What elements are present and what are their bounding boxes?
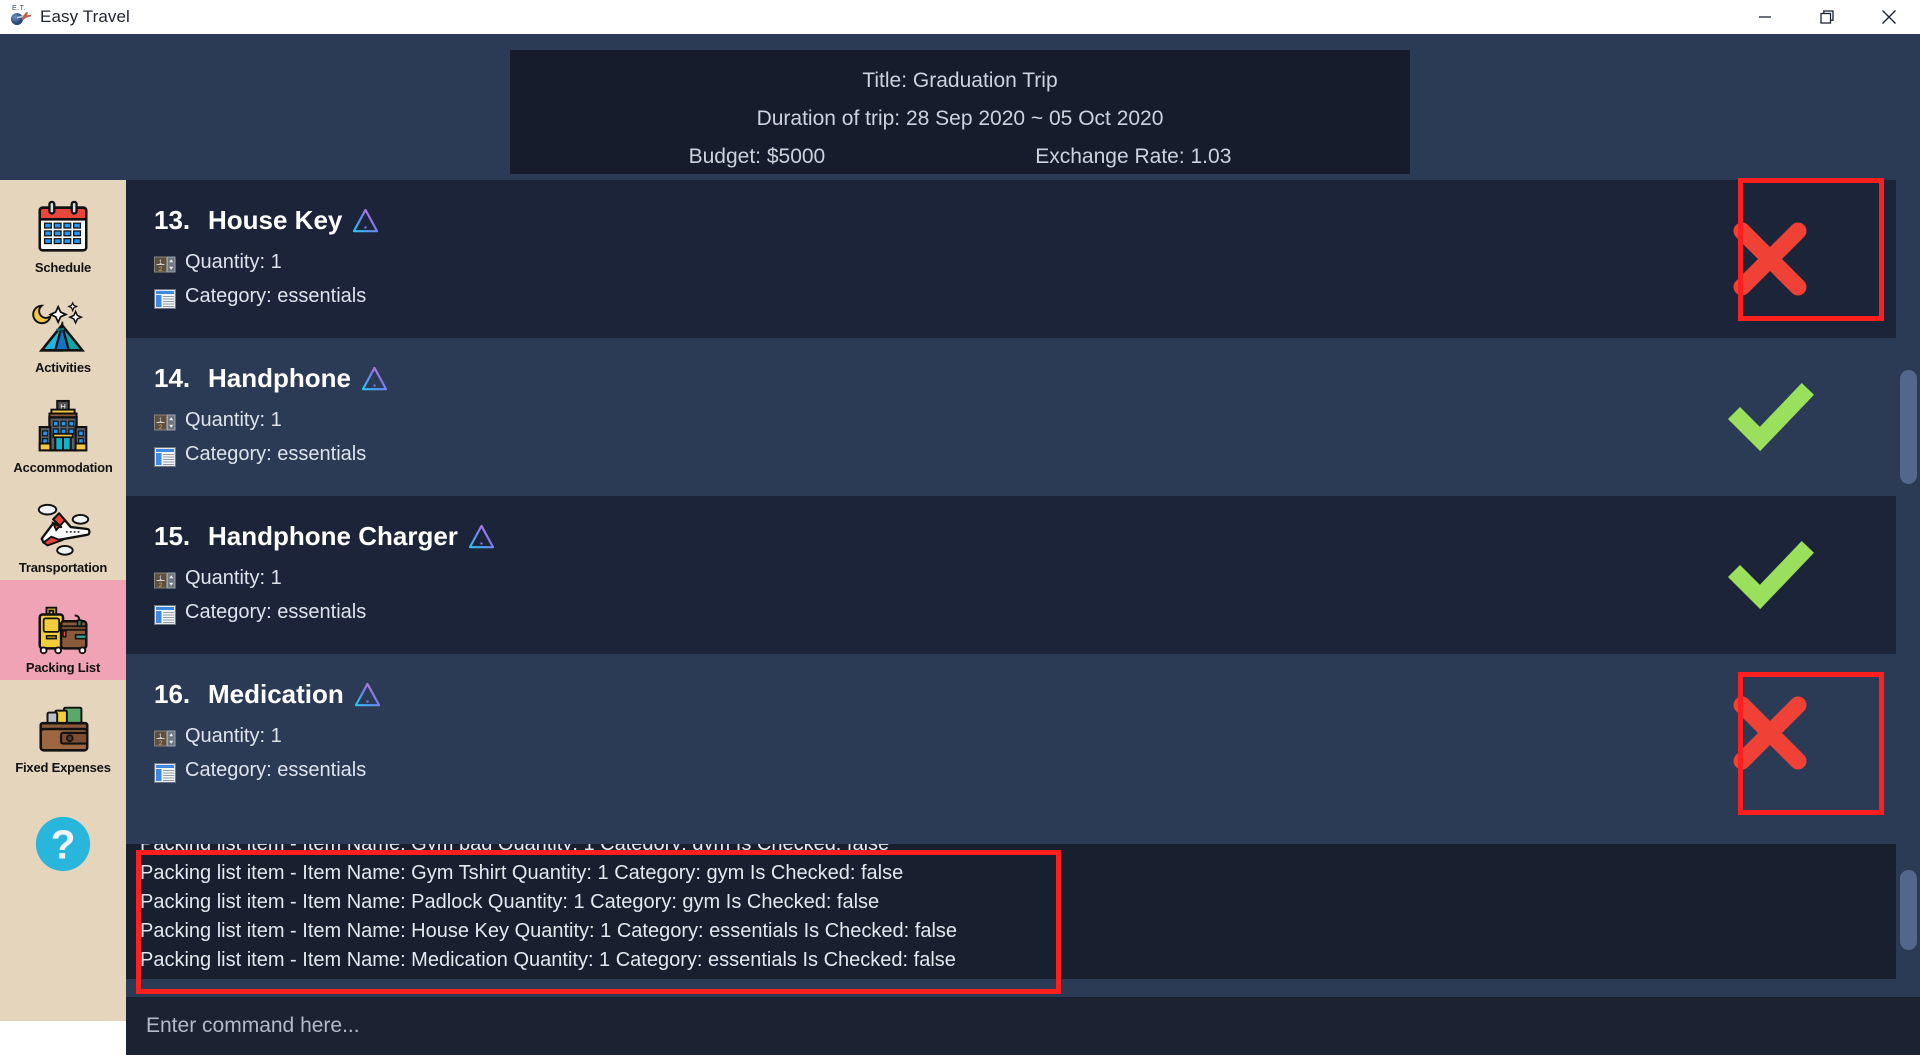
- item-name: Handphone: [208, 363, 351, 393]
- warning-triangle-icon: [354, 682, 381, 707]
- log-line: Packing list item - Item Name: Gym bag Q…: [140, 844, 890, 855]
- trip-exchange-rate: Exchange Rate: 1.03: [1035, 145, 1232, 168]
- category-icon: [153, 602, 177, 626]
- sidebar-item-label: Packing List: [25, 660, 101, 675]
- tent-night-icon: [32, 298, 94, 360]
- app-body: Title: Graduation Trip Duration of trip:…: [0, 34, 1920, 1055]
- sidebar-item-label: Fixed Expenses: [15, 760, 111, 775]
- luggage-icon: [32, 598, 94, 660]
- quantity-icon: 1 2: [154, 726, 176, 747]
- item-status-toggle[interactable]: [1620, 496, 1920, 654]
- item-index: 13.: [154, 205, 191, 235]
- sidebar-item-label: Schedule: [34, 260, 92, 275]
- item-name: Handphone Charger: [208, 521, 458, 551]
- sidebar-item-label: Activities: [35, 360, 91, 375]
- item-quantity: Quantity: 1: [185, 725, 282, 747]
- restore-icon[interactable]: [1796, 0, 1858, 34]
- warning-triangle-icon: [361, 366, 388, 391]
- quantity-icon: 1 2: [154, 410, 176, 431]
- warning-triangle-icon: [468, 524, 495, 549]
- warning-triangle-icon: [352, 208, 379, 233]
- item-quantity: Quantity: 1: [185, 251, 282, 273]
- table-row[interactable]: 16. Medication 1 2 Quantity: 1 Category:…: [126, 654, 1920, 812]
- sidebar-item-accommodation[interactable]: H Accommodation: [0, 380, 126, 480]
- calendar-icon: [32, 198, 94, 260]
- window-title: Easy Travel: [40, 7, 130, 26]
- list-scrollbar-track[interactable]: [1896, 180, 1920, 844]
- svg-text:2: 2: [159, 266, 163, 273]
- airplane-icon: [32, 498, 94, 560]
- window-controls: [1734, 0, 1920, 34]
- cross-icon[interactable]: [1722, 211, 1818, 307]
- category-icon: [153, 760, 177, 784]
- table-row[interactable]: 14. Handphone 1 2 Quantity: 1 Category: …: [126, 338, 1920, 496]
- item-category: Category: essentials: [185, 285, 367, 307]
- help-question-icon: ?: [32, 813, 94, 875]
- table-row[interactable]: 15. Handphone Charger 1 2 Quantity: 1 Ca…: [126, 496, 1920, 654]
- item-status-toggle[interactable]: [1620, 180, 1920, 338]
- item-name: Medication: [208, 679, 344, 709]
- log-line: Packing list item - Item Name: House Key…: [140, 920, 958, 942]
- log-scrollbar-track[interactable]: [1896, 844, 1920, 979]
- log-line: Packing list item - Item Name: Padlock Q…: [140, 891, 880, 913]
- check-icon[interactable]: [1722, 527, 1818, 623]
- hotel-icon: H: [32, 398, 94, 460]
- window-titlebar: E.T. Easy Travel: [0, 0, 1920, 34]
- quantity-icon: 1 2: [154, 252, 176, 273]
- log-line: Packing list item - Item Name: Medicatio…: [140, 949, 956, 971]
- sidebar-item-help[interactable]: ?: [0, 780, 126, 880]
- category-icon: [153, 286, 177, 310]
- trip-summary-card: Title: Graduation Trip Duration of trip:…: [510, 50, 1410, 174]
- item-quantity: Quantity: 1: [185, 409, 282, 431]
- svg-text:2: 2: [159, 582, 163, 589]
- item-name: House Key: [208, 205, 343, 235]
- item-index: 16.: [154, 679, 191, 709]
- command-input[interactable]: [146, 997, 1920, 1055]
- quantity-icon: 1 2: [154, 568, 176, 589]
- list-scrollbar-thumb[interactable]: [1900, 370, 1917, 484]
- close-icon[interactable]: [1858, 0, 1920, 34]
- svg-text:2: 2: [159, 740, 163, 747]
- trip-duration: Duration of trip: 28 Sep 2020 ~ 05 Oct 2…: [756, 107, 1164, 130]
- svg-text:?: ?: [51, 822, 76, 868]
- sidebar-item-activities[interactable]: Activities: [0, 280, 126, 380]
- sidebar-item-transportation[interactable]: Transportation: [0, 480, 126, 580]
- item-category: Category: essentials: [185, 601, 367, 623]
- packing-list: 13. House Key 1 2 Quantity: 1 Category: …: [126, 180, 1920, 844]
- log-line: Packing list item - Item Name: Gym Tshir…: [140, 862, 904, 884]
- table-row[interactable]: 13. House Key 1 2 Quantity: 1 Category: …: [126, 180, 1920, 338]
- command-bar[interactable]: [126, 997, 1920, 1055]
- sidebar: Schedule Activities H Accommodation Tran…: [0, 180, 126, 1021]
- svg-text:2: 2: [159, 424, 163, 431]
- cross-icon[interactable]: [1722, 685, 1818, 781]
- sidebar-item-schedule[interactable]: Schedule: [0, 180, 126, 280]
- item-category: Category: essentials: [185, 759, 367, 781]
- item-quantity: Quantity: 1: [185, 567, 282, 589]
- sidebar-item-label: Accommodation: [13, 460, 113, 475]
- log-console[interactable]: Packing list item - Item Name: Gym bag Q…: [126, 844, 1920, 979]
- app-icon: E.T.: [10, 5, 32, 28]
- sidebar-item-fixed-expenses[interactable]: Fixed Expenses: [0, 680, 126, 780]
- item-index: 15.: [154, 521, 191, 551]
- item-status-toggle[interactable]: [1620, 654, 1920, 812]
- category-icon: [153, 444, 177, 468]
- item-category: Category: essentials: [185, 443, 367, 465]
- trip-budget: Budget: $5000: [688, 145, 826, 168]
- check-icon[interactable]: [1722, 369, 1818, 465]
- sidebar-item-label: Transportation: [18, 560, 108, 575]
- log-scrollbar-thumb[interactable]: [1900, 870, 1917, 950]
- item-index: 14.: [154, 363, 191, 393]
- wallet-icon: [32, 698, 94, 760]
- minimize-icon[interactable]: [1734, 0, 1796, 34]
- trip-title: Title: Graduation Trip: [862, 69, 1058, 92]
- item-status-toggle[interactable]: [1620, 338, 1920, 496]
- sidebar-item-packing-list[interactable]: Packing List: [0, 580, 126, 680]
